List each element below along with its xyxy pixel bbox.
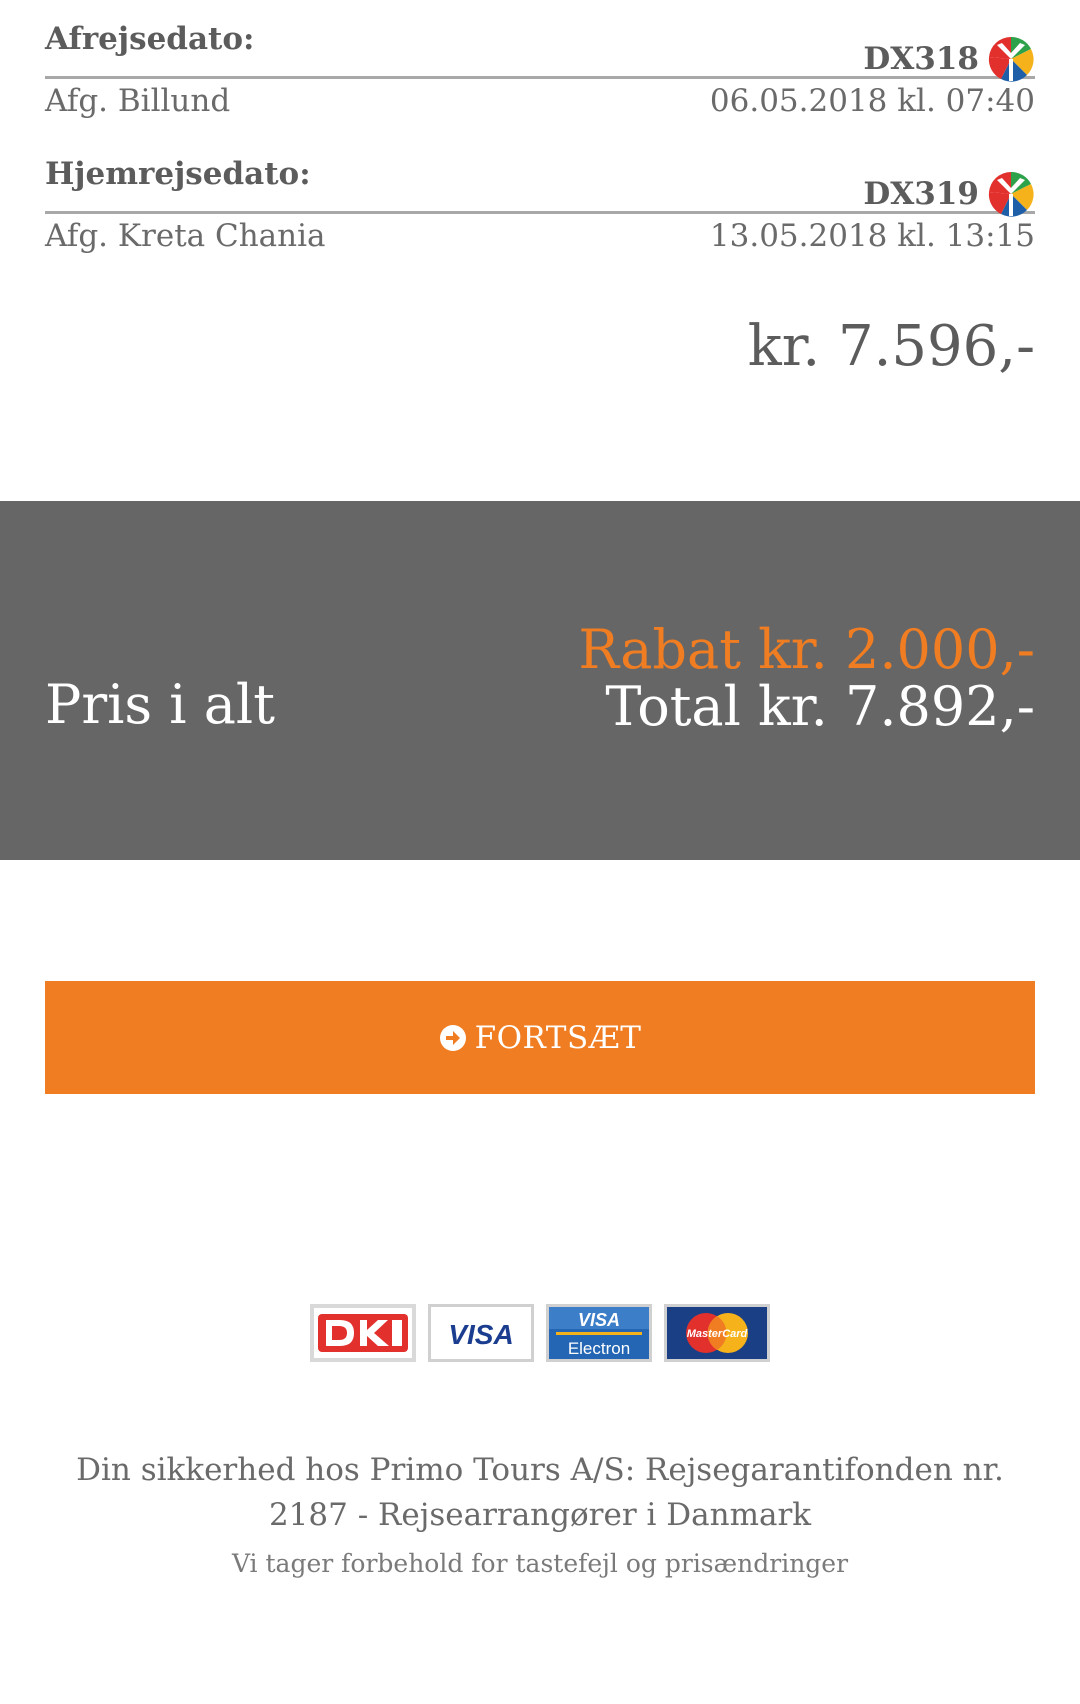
- page: Afrejsedato: DX318 Afg. Billund 06.05.20…: [0, 0, 1080, 1704]
- total-amount: Total kr. 7.892,-: [605, 675, 1035, 738]
- visa-electron-logo: VISA Electron: [546, 1304, 652, 1362]
- continue-button[interactable]: FORTSÆT: [45, 981, 1035, 1094]
- visa-logo: VISA: [428, 1304, 534, 1362]
- return-datetime: 13.05.2018 kl. 13:15: [709, 218, 1035, 254]
- mastercard-logo: MasterCard: [664, 1304, 770, 1362]
- return-header: Hjemrejsedato: DX319: [45, 152, 1035, 217]
- continue-button-label: FORTSÆT: [474, 1019, 642, 1056]
- svg-text:Electron: Electron: [568, 1339, 630, 1358]
- departure-details: Afg. Billund 06.05.2018 kl. 07:40: [45, 79, 1035, 123]
- dankort-logo: [310, 1304, 416, 1362]
- return-origin: Afg. Kreta Chania: [45, 218, 326, 254]
- disclaimer-text: Vi tager forbehold for tastefejl og pris…: [231, 1549, 849, 1578]
- departure-flight: Afrejsedato: DX318 Afg. Billund 06.05.20…: [45, 17, 1035, 123]
- price-total-label: Pris i alt: [45, 673, 275, 736]
- svg-text:MasterCard: MasterCard: [687, 1328, 748, 1340]
- airline-logo-icon: [988, 171, 1034, 217]
- security-text: Din sikkerhed hos Primo Tours A/S: Rejse…: [76, 1452, 1004, 1533]
- departure-flight-code: DX318: [863, 41, 979, 77]
- departure-flight-code-group: DX318: [863, 35, 1035, 83]
- return-flight-code-group: DX319: [863, 170, 1035, 218]
- arrow-circle-right-icon: [439, 1024, 466, 1051]
- svg-text:VISA: VISA: [578, 1310, 620, 1330]
- svg-text:VISA: VISA: [448, 1319, 513, 1350]
- departure-label: Afrejsedato:: [45, 21, 255, 57]
- return-details: Afg. Kreta Chania 13.05.2018 kl. 13:15: [45, 214, 1035, 258]
- departure-origin: Afg. Billund: [45, 83, 231, 119]
- departure-header: Afrejsedato: DX318: [45, 17, 1035, 82]
- departure-datetime: 06.05.2018 kl. 07:40: [709, 83, 1035, 119]
- return-flight: Hjemrejsedato: DX319 Afg. Kreta Chania 1…: [45, 152, 1035, 258]
- airline-logo-icon: [988, 36, 1034, 82]
- trip-price: kr. 7.596,-: [747, 314, 1035, 379]
- payment-logos: VISA VISA Electron MasterCard: [0, 1304, 1080, 1362]
- return-flight-code: DX319: [863, 176, 979, 212]
- return-label: Hjemrejsedato:: [45, 156, 311, 192]
